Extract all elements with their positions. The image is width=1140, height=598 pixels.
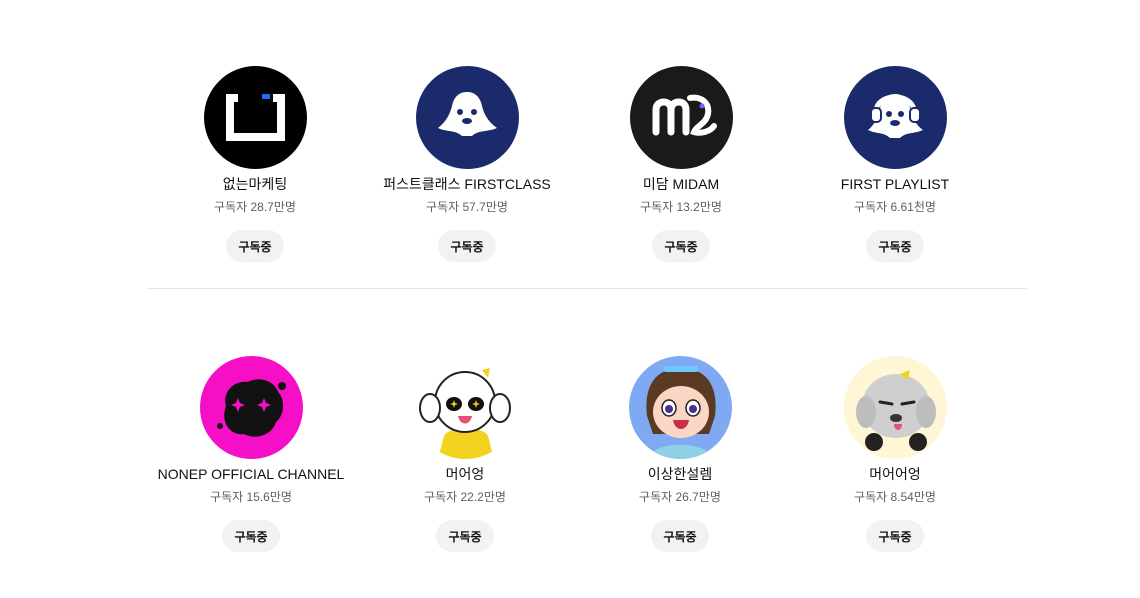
subscriber-count: 구독자 6.61천명 xyxy=(854,200,936,214)
channel-card[interactable]: 미담 MIDAM 구독자 13.2만명 구독중 xyxy=(574,66,788,262)
channel-name[interactable]: 머어엉 xyxy=(446,465,485,483)
channel-avatar[interactable] xyxy=(415,66,519,169)
anime-girl-icon xyxy=(628,356,732,459)
subscriber-count: 구독자 22.2만명 xyxy=(424,490,506,504)
white-dog-character-icon xyxy=(413,356,517,459)
channel-name[interactable]: FIRST PLAYLIST xyxy=(841,175,949,193)
subscriber-count: 구독자 8.54만명 xyxy=(854,490,936,504)
channel-name[interactable]: 머어어엉 xyxy=(869,465,921,483)
channel-card[interactable]: 퍼스트클래스 FIRSTCLASS 구독자 57.7만명 구독중 xyxy=(360,66,574,262)
black-blob-sparkle-icon xyxy=(199,356,303,459)
subscribed-button[interactable]: 구독중 xyxy=(222,520,280,552)
channel-avatar[interactable] xyxy=(629,66,733,169)
channel-avatar[interactable] xyxy=(843,66,947,169)
row-divider xyxy=(147,288,1027,289)
subscribed-button[interactable]: 구독중 xyxy=(866,520,924,552)
dog-mascot-icon xyxy=(415,66,519,169)
subscriber-count: 구독자 57.7만명 xyxy=(426,200,508,214)
bracket-logo-icon xyxy=(203,66,307,169)
channel-card[interactable]: 머어어엉 구독자 8.54만명 구독중 xyxy=(788,356,1002,552)
subscribed-button[interactable]: 구독중 xyxy=(226,230,284,262)
channel-avatar[interactable] xyxy=(203,66,307,169)
channel-card[interactable]: 없는마케팅 구독자 28.7만명 구독중 xyxy=(148,66,362,262)
subscriber-count: 구독자 28.7만명 xyxy=(214,200,296,214)
channel-name[interactable]: 퍼스트클래스 FIRSTCLASS xyxy=(383,175,551,193)
channel-name[interactable]: 없는마케팅 xyxy=(223,175,287,193)
headphone-dog-icon xyxy=(843,66,947,169)
channel-card[interactable]: NONEP OFFICIAL CHANNEL 구독자 15.6만명 구독중 xyxy=(144,356,358,552)
channel-avatar[interactable] xyxy=(628,356,732,459)
channel-avatar[interactable] xyxy=(199,356,303,459)
subscribed-button[interactable]: 구독중 xyxy=(866,230,924,262)
subscribed-button[interactable]: 구독중 xyxy=(651,520,709,552)
subscribed-button[interactable]: 구독중 xyxy=(438,230,496,262)
subscribed-button[interactable]: 구독중 xyxy=(652,230,710,262)
channel-name[interactable]: NONEP OFFICIAL CHANNEL xyxy=(158,465,345,483)
channel-avatar[interactable] xyxy=(843,356,947,459)
subscriber-count: 구독자 26.7만명 xyxy=(639,490,721,504)
channel-avatar[interactable] xyxy=(413,356,517,459)
channel-name[interactable]: 이상한설렘 xyxy=(648,465,712,483)
channel-name[interactable]: 미담 MIDAM xyxy=(643,175,719,193)
subscriber-count: 구독자 15.6만명 xyxy=(210,490,292,504)
channel-row-2: NONEP OFFICIAL CHANNEL 구독자 15.6만명 구독중 머어… xyxy=(147,356,1027,556)
channel-card[interactable]: 머어엉 구독자 22.2만명 구독중 xyxy=(358,356,572,552)
channel-card[interactable]: FIRST PLAYLIST 구독자 6.61천명 구독중 xyxy=(788,66,1002,262)
subscriber-count: 구독자 13.2만명 xyxy=(640,200,722,214)
gray-dog-headphones-icon xyxy=(843,356,947,459)
channel-card[interactable]: 이상한설렘 구독자 26.7만명 구독중 xyxy=(573,356,787,552)
subscribed-button[interactable]: 구독중 xyxy=(436,520,494,552)
m-letter-logo-icon xyxy=(629,66,733,169)
channel-row-1: 없는마케팅 구독자 28.7만명 구독중 퍼스트클래스 FIRSTCLASS 구… xyxy=(147,66,1027,266)
